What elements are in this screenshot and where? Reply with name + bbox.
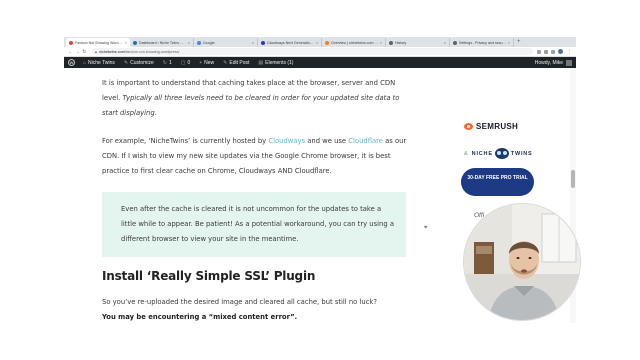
- p2-text-a: For example, ‘NicheTwins’ is currently h…: [102, 137, 269, 145]
- mouse-cursor-icon: ⌖: [424, 225, 428, 231]
- tab-label: Dashboard ‹ Niche Twins — WordPress: [139, 40, 187, 45]
- forward-button[interactable]: →: [74, 49, 81, 55]
- tab-favicon-icon: [453, 40, 457, 45]
- tab-close-icon[interactable]: ×: [508, 41, 510, 45]
- callout-box: Even after the cache is cleared it is no…: [102, 192, 406, 257]
- admin-bar-item-icon: ✎: [123, 59, 129, 66]
- tab-favicon-icon: [133, 40, 137, 45]
- admin-bar-item-icon: ▢: [180, 59, 186, 66]
- extension-icon[interactable]: [544, 49, 548, 54]
- admin-bar-item-label: 1: [168, 59, 172, 66]
- admin-bar-item[interactable]: ✎ Edit Post: [223, 60, 249, 66]
- section-heading: Install ‘Really Simple SSL’ Plugin: [102, 269, 316, 283]
- browser-tab[interactable]: Settings - Privacy and security ×: [450, 38, 514, 47]
- admin-bar-item[interactable]: ▤ Elements (1): [258, 60, 293, 66]
- paragraph-caching: It is important to understand that cachi…: [102, 76, 408, 121]
- admin-bar-item-label: Niche Twins: [88, 59, 115, 66]
- presenter-video-icon: [464, 204, 580, 320]
- nichetwins-logo: & NICHE TWINS: [464, 148, 533, 159]
- tab-favicon-icon: [261, 40, 265, 45]
- url-path: /favicon-not-showing-wordpress/: [124, 49, 180, 54]
- lock-icon: 🔒︎: [95, 49, 97, 54]
- back-button[interactable]: ←: [67, 49, 74, 55]
- tab-favicon-icon: [325, 40, 329, 45]
- semrush-wordmark: SEMRUSH: [476, 122, 519, 131]
- admin-bar-item[interactable]: ⌂ Niche Twins: [83, 60, 115, 66]
- bookmark-star-icon[interactable]: [537, 49, 541, 54]
- kebab-menu-icon[interactable]: ⋮: [566, 49, 573, 55]
- niche-wordmark: NICHE: [471, 150, 493, 157]
- new-tab-button[interactable]: +: [517, 38, 521, 47]
- admin-bar-item-label: Customize: [130, 59, 154, 66]
- browser-tab[interactable]: Google ×: [194, 38, 258, 47]
- howdy-user[interactable]: Howdy, Mike: [535, 60, 563, 66]
- profile-avatar[interactable]: [558, 49, 563, 54]
- semrush-logo[interactable]: SEMRUSH: [464, 122, 518, 131]
- browser-tab[interactable]: Dashboard ‹ Niche Twins — WordPress×: [130, 38, 194, 47]
- tab-label: Favicon Not Showing WordPress: [75, 40, 124, 45]
- url-domain: nichetwins.com: [98, 49, 125, 54]
- semrush-flame-icon: [464, 123, 473, 130]
- browser-toolbar: ← → ↻ 🔒︎ nichetwins.com /favicon-not-sho…: [64, 47, 576, 57]
- p1-italic-text: Typically all three levels need to be cl…: [102, 94, 400, 117]
- tab-label: Overview | nichetwins.com | Account: [331, 40, 379, 45]
- browser-tab[interactable]: History ×: [386, 38, 450, 47]
- p2-text-b: and we use: [305, 137, 349, 145]
- scrollbar-thumb[interactable]: [571, 170, 575, 188]
- user-avatar[interactable]: [566, 59, 572, 66]
- admin-bar-item-icon: ↻: [162, 59, 167, 66]
- browser-tab[interactable]: Cloudways Next Generation Cloud×: [258, 38, 322, 47]
- admin-bar-item-label: Elements (1): [265, 59, 294, 66]
- admin-bar-item-label: 0: [187, 59, 191, 66]
- admin-bar-item-label: New: [204, 59, 215, 66]
- tab-favicon-icon: [197, 40, 201, 45]
- tab-favicon-icon: [69, 40, 73, 45]
- paragraph-example: For example, ‘NicheTwins’ is currently h…: [102, 134, 408, 179]
- owl-eyes-icon: [494, 148, 509, 159]
- cloudflare-link[interactable]: Cloudflare: [348, 137, 383, 145]
- address-bar[interactable]: 🔒︎ nichetwins.com /favicon-not-showing-w…: [92, 48, 533, 55]
- admin-bar-item[interactable]: + New: [199, 60, 214, 66]
- tab-close-icon[interactable]: ×: [316, 41, 318, 45]
- tab-label: Settings - Privacy and security: [459, 40, 507, 45]
- p3-text: So you’ve re-uploaded the desired image …: [102, 298, 377, 306]
- admin-bar-item[interactable]: ✎ Customize: [124, 60, 154, 66]
- tab-favicon-icon: [389, 40, 393, 45]
- tab-close-icon[interactable]: ×: [444, 41, 446, 45]
- tab-label: History: [395, 40, 407, 45]
- wp-admin-bar: W ⌂ Niche Twins ✎ Customize ↻ 1 ▢ 0 + New ✎ Edit Po…: [64, 57, 576, 68]
- wordpress-logo-icon[interactable]: W: [68, 59, 75, 66]
- extensions-puzzle-icon[interactable]: [551, 49, 555, 54]
- tab-close-icon[interactable]: ×: [252, 41, 254, 45]
- admin-bar-item-icon: ⌂: [83, 59, 87, 66]
- p3-bold-text: You may be encountering a “mixed content…: [102, 313, 298, 321]
- browser-tab[interactable]: Favicon Not Showing WordPress ×: [66, 38, 130, 47]
- tab-close-icon[interactable]: ×: [380, 41, 382, 45]
- cloudways-link[interactable]: Cloudways: [268, 137, 305, 145]
- webcam-overlay: [463, 203, 581, 321]
- paragraph-ssl: So you’ve re-uploaded the desired image …: [102, 295, 408, 323]
- tab-close-icon[interactable]: ×: [125, 41, 127, 45]
- browser-tab[interactable]: Overview | nichetwins.com | Account×: [322, 38, 386, 47]
- tab-label: Google: [203, 40, 215, 45]
- twins-wordmark: TWINS: [510, 150, 533, 157]
- admin-bar-item[interactable]: ↻ 1: [163, 60, 172, 66]
- ampersand: &: [464, 150, 468, 157]
- free-trial-button[interactable]: 30-DAY FREE PRO TRIAL: [461, 168, 534, 196]
- tab-close-icon[interactable]: ×: [188, 41, 190, 45]
- reload-button[interactable]: ↻: [81, 49, 88, 55]
- admin-bar-item-icon: ▤: [258, 59, 264, 66]
- admin-bar-item-icon: +: [199, 59, 203, 66]
- admin-bar-item[interactable]: ▢ 0: [181, 60, 191, 66]
- admin-bar-item-icon: ✎: [223, 59, 228, 66]
- tab-strip: Favicon Not Showing WordPress × Dashboard …: [64, 37, 576, 47]
- admin-bar-item-label: Edit Post: [229, 59, 250, 66]
- tab-label: Cloudways Next Generation Cloud: [267, 40, 315, 45]
